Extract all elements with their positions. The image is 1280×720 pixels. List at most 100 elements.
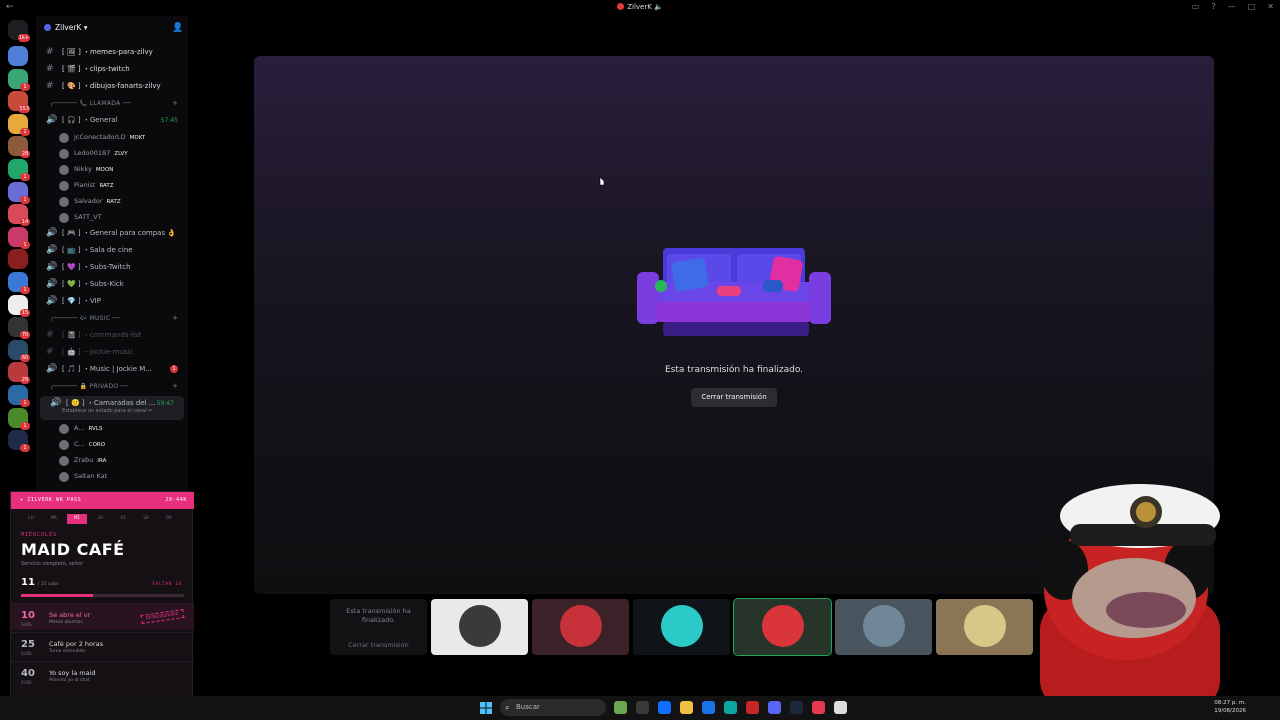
channel-category[interactable]: ╭────── 🔒 PRIVADO ── + — [36, 379, 188, 394]
server-header[interactable]: ZilverK ▾ 👤 — [44, 23, 183, 33]
participant-avatar — [863, 605, 905, 647]
voice-channel[interactable]: 🔊 [ 📺 ] ・Sala de cine — [36, 243, 188, 258]
taskbar-app-icon[interactable] — [724, 701, 737, 714]
participant-thumbnail[interactable] — [936, 599, 1033, 655]
voice-channel[interactable]: 🔊 [ 💎 ] ・VIP — [36, 294, 188, 309]
participant-thumbnail[interactable] — [633, 599, 730, 655]
voice-user[interactable]: JcConectadorLD MDKT — [36, 130, 188, 145]
close-stream-button[interactable]: Cerrar transmisión — [691, 388, 777, 407]
participant-thumbnail[interactable] — [835, 599, 932, 655]
channel-category[interactable]: ╭────── 📞 LLAMADA ── + — [36, 96, 188, 111]
user-tag: ZLVY — [114, 151, 128, 157]
add-channel-icon[interactable]: + — [172, 379, 178, 394]
add-channel-icon[interactable]: + — [172, 96, 178, 111]
app-icon — [617, 3, 625, 10]
system-clock[interactable]: 08:27 p. m. 19/08/2026 — [1214, 699, 1246, 715]
voice-user[interactable]: Salvador RATZ — [36, 194, 188, 209]
goal-title: Café por 2 horas — [49, 640, 104, 648]
server-icon[interactable] — [8, 249, 28, 270]
weekday-chip: JU — [97, 516, 103, 521]
server-icon[interactable]: 1 — [8, 113, 30, 136]
taskbar-app-icon[interactable] — [702, 701, 715, 714]
server-icon[interactable]: 29 — [8, 362, 30, 385]
text-channel[interactable]: # [ 🎬 ] ・clips-twitch — [36, 62, 188, 77]
voice-user[interactable]: A... RVLS — [36, 421, 188, 436]
taskbar-app-icon[interactable] — [790, 701, 803, 714]
server-icon[interactable]: 28 — [8, 136, 30, 159]
weekday-selector: LU MA MI JU VI SA DO — [21, 514, 179, 524]
sub-goal-row: 25 SUBS Café por 2 horas Turno extendido — [11, 632, 194, 659]
server-icon[interactable]: 1 — [8, 159, 30, 181]
participant-avatar — [459, 605, 501, 647]
row-label: [ 💎 ] ・VIP — [62, 297, 101, 305]
add-member-icon[interactable]: 👤 — [172, 23, 183, 33]
taskbar-app-icon[interactable] — [812, 701, 825, 714]
taskbar-app-icon[interactable] — [680, 701, 693, 714]
taskbar-app-icon[interactable] — [768, 701, 781, 714]
unlocked-stamp: DESBLOQUEADO — [141, 609, 185, 624]
voice-channel[interactable]: 🔊 [ 💚 ] ・Subs-Kick — [36, 277, 188, 292]
server-icon[interactable]: 1 — [8, 226, 30, 249]
voice-user[interactable]: Zrabu IRA — [36, 453, 188, 468]
voice-user[interactable]: SATT_VT — [36, 210, 188, 225]
stream-thumbnail-ended[interactable]: Esta transmisión ha finalizado. Cerrar tr… — [330, 599, 427, 655]
close-button[interactable]: ✕ — [1267, 2, 1274, 11]
server-icon[interactable]: 1 — [8, 181, 30, 204]
taskbar-app-icon[interactable] — [746, 701, 759, 714]
server-icon[interactable]: 1 — [8, 407, 30, 430]
server-icon — [44, 24, 51, 31]
help-icon[interactable]: ? — [1211, 2, 1215, 11]
text-channel-muted[interactable]: # [ 🤖 ] ・jockie-music — [36, 345, 188, 360]
server-icon[interactable] — [8, 46, 28, 66]
taskbar-app-icon[interactable] — [658, 701, 671, 714]
server-icon[interactable]: 1 — [8, 385, 30, 407]
window-controls: ▭ ? — □ ✕ — [1192, 2, 1274, 11]
participant-thumbnail[interactable] — [532, 599, 629, 655]
row-label: Pianist RATZ — [74, 181, 114, 189]
taskbar-app-icon[interactable] — [614, 701, 627, 714]
taskbar-search[interactable]: ⌕ Buscar — [500, 699, 606, 716]
maximize-button[interactable]: □ — [1248, 2, 1256, 11]
server-badge: 1 — [20, 127, 30, 136]
sub-count: 11/ 25 subs — [21, 577, 58, 588]
thumb-close-button[interactable]: Cerrar transmisión — [330, 641, 427, 649]
minimize-button[interactable]: — — [1228, 2, 1236, 11]
inbox-icon[interactable]: ▭ — [1192, 2, 1200, 11]
widget-header-right: 28·44K — [165, 497, 187, 503]
server-icon[interactable]: 15 — [8, 294, 30, 317]
text-channel[interactable]: # [ 🎨 ] ・dibujos-fanarts-zilvy — [36, 79, 188, 94]
avatar — [59, 149, 69, 159]
taskbar-app-icon[interactable] — [834, 701, 847, 714]
voice-user[interactable]: Ledo00187 ZLVY — [36, 146, 188, 161]
voice-channel[interactable]: 🔊 [ 🎮 ] ・General para compas 👌 — [36, 226, 188, 241]
taskbar-app-icon[interactable] — [636, 701, 649, 714]
server-icon[interactable]: 553 — [8, 91, 30, 114]
server-icon[interactable]: 1 — [8, 272, 30, 294]
call-timer: 57:45 — [160, 117, 178, 124]
add-channel-icon[interactable]: + — [172, 311, 178, 326]
participant-thumbnail[interactable] — [431, 599, 528, 655]
voice-channel[interactable]: 🔊 [ 🎵 ] ・Music | Jockie M... 1 — [36, 362, 188, 377]
participant-thumbnail[interactable] — [733, 598, 832, 656]
voice-user[interactable]: Nikky MOON — [36, 162, 188, 177]
voice-user[interactable]: Saltan Kat — [36, 469, 188, 484]
server-icon[interactable]: 60 — [8, 339, 30, 362]
server-icon[interactable]: 70 — [8, 317, 30, 340]
text-channel[interactable]: # [ 🖼 ] ・memes-para-zilvy — [36, 45, 188, 60]
server-icon[interactable]: 14 — [8, 204, 30, 227]
voice-channel[interactable]: 🔊 [ 🎧 ] ・General 57:45 — [36, 113, 188, 128]
hashtag-icon: # — [46, 47, 54, 57]
text-channel-muted[interactable]: # [ 📓 ] ・commands-list — [36, 328, 188, 343]
voice-user[interactable]: C... CORO — [36, 437, 188, 452]
server-icon[interactable]: 1 — [8, 68, 30, 91]
voice-user[interactable]: Pianist RATZ — [36, 178, 188, 193]
voice-channel-selected[interactable]: 🔊[ 🙂 ] ・Camaradas del ... 59:47 Establece … — [40, 396, 184, 420]
voice-channel[interactable]: 🔊 [ 💜 ] ・Subs-Twitch — [36, 260, 188, 275]
server-icon[interactable]: 1 — [8, 430, 30, 453]
channel-category[interactable]: ╭────── 🎶 MUSIC ── + — [36, 311, 188, 326]
direct-messages-icon[interactable]: 1k+ — [8, 20, 30, 42]
row-label: [ 💚 ] ・Subs-Kick — [62, 280, 124, 288]
windows-start-icon[interactable] — [480, 702, 492, 714]
clock-time: 08:27 p. m. — [1214, 700, 1246, 706]
row-label: ╭────── 📞 LLAMADA ── — [50, 100, 131, 107]
